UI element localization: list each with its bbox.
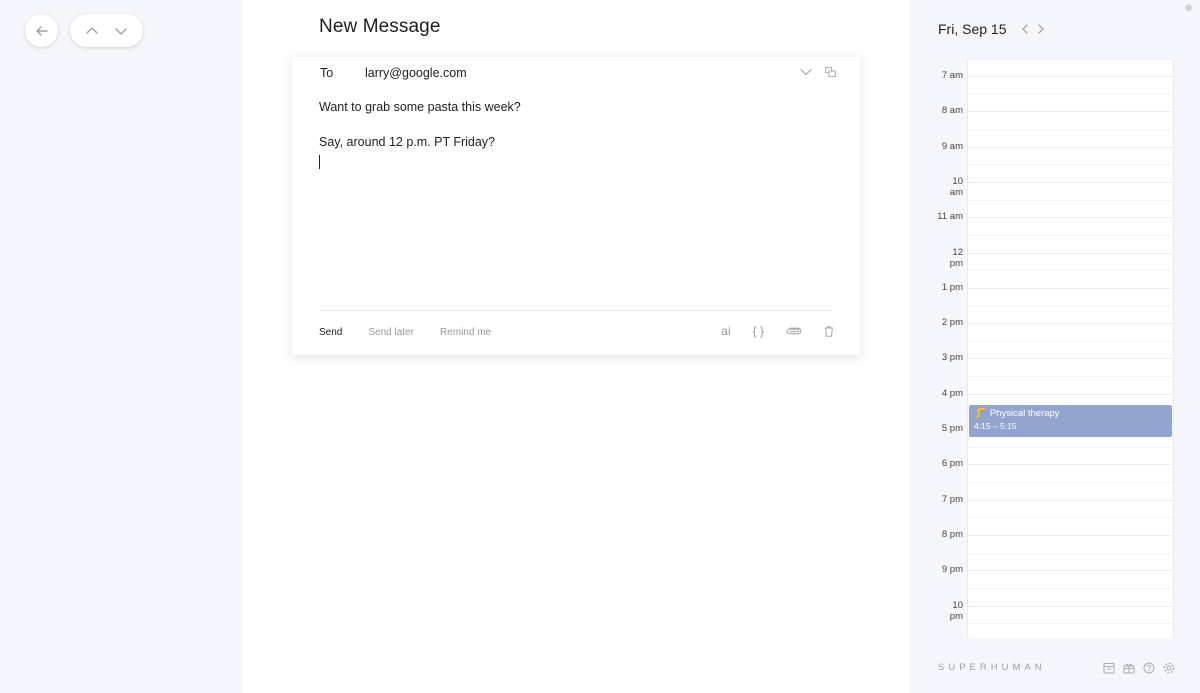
calendar-event[interactable]: 🦵 Physical therapy 4:15 – 5:15 xyxy=(969,405,1172,437)
half-hour-line xyxy=(968,446,1173,448)
calendar-date: Fri, Sep 15 xyxy=(938,21,1007,37)
snippets-button[interactable]: { } xyxy=(753,323,764,339)
hour-label: 4 pm xyxy=(941,387,963,399)
hour-label: 10 pm xyxy=(949,599,963,622)
expand-window-icon[interactable] xyxy=(824,65,836,79)
scrollbar[interactable] xyxy=(1185,4,1192,11)
hour-line xyxy=(968,146,1173,148)
hour-line xyxy=(968,181,1173,183)
hour-label: 12 pm xyxy=(949,246,963,269)
half-hour-line xyxy=(968,234,1173,236)
half-hour-line xyxy=(968,164,1173,166)
hour-line xyxy=(968,499,1173,501)
half-hour-line xyxy=(968,517,1173,519)
leg-icon: 🦵 xyxy=(974,408,986,419)
text-cursor xyxy=(319,155,320,169)
chevron-right-icon[interactable] xyxy=(1036,22,1046,36)
calendar-nav xyxy=(1020,22,1046,36)
subject-field[interactable]: Want to grab some pasta this week? xyxy=(319,100,521,114)
compose-tools: ai { } xyxy=(721,323,834,339)
remind-me-button[interactable]: Remind me xyxy=(440,327,491,338)
hour-label: 5 pm xyxy=(941,423,963,434)
half-hour-line xyxy=(968,93,1173,95)
hour-line xyxy=(968,287,1173,289)
to-field[interactable]: larry@google.com xyxy=(365,66,467,80)
recipient-options xyxy=(800,65,836,79)
calendar-grid[interactable] xyxy=(967,58,1174,638)
half-hour-line xyxy=(968,340,1173,342)
compose-card: To larry@google.com Want to grab some pa… xyxy=(292,57,860,355)
half-hour-line xyxy=(968,481,1173,483)
divider xyxy=(319,310,833,311)
event-title: Physical therapy xyxy=(989,408,1060,419)
hour-label: 7 pm xyxy=(941,493,963,505)
hour-line xyxy=(968,76,1173,77)
hour-label: 2 pm xyxy=(941,317,963,329)
message-body[interactable]: Say, around 12 p.m. PT Friday? xyxy=(319,135,495,149)
send-later-button[interactable]: Send later xyxy=(368,327,414,338)
hour-label: 10 am xyxy=(949,175,963,198)
hour-label: 8 am xyxy=(941,105,963,117)
hour-line xyxy=(968,358,1173,360)
trash-icon[interactable] xyxy=(824,323,834,339)
attachment-icon[interactable] xyxy=(786,323,802,339)
hour-line xyxy=(968,217,1173,219)
hour-line xyxy=(968,111,1173,113)
half-hour-line xyxy=(968,376,1173,378)
chevron-down-icon[interactable] xyxy=(110,20,132,42)
hour-label: 9 am xyxy=(941,140,963,152)
footer-icons xyxy=(1103,662,1175,674)
hour-line xyxy=(968,464,1173,466)
half-hour-line xyxy=(968,305,1173,307)
ai-button[interactable]: ai xyxy=(721,323,730,339)
half-hour-line xyxy=(968,623,1173,625)
half-hour-line xyxy=(968,552,1173,554)
hour-label: 8 pm xyxy=(941,528,963,540)
hour-line xyxy=(968,252,1173,254)
hour-line xyxy=(968,323,1173,325)
brand-logo: SUPERHUMAN xyxy=(938,662,1046,673)
calendar-icon[interactable] xyxy=(1103,662,1115,674)
chevron-up-icon[interactable] xyxy=(81,20,103,42)
chevron-down-icon[interactable] xyxy=(800,65,812,79)
gift-icon[interactable] xyxy=(1123,662,1135,674)
hour-label: 7 am xyxy=(941,70,963,81)
prev-next-nav xyxy=(70,14,143,47)
hour-label: 11 am xyxy=(937,211,963,223)
hour-label: 3 pm xyxy=(941,352,963,364)
send-button[interactable]: Send xyxy=(319,327,342,338)
hour-line xyxy=(968,393,1173,395)
hour-line xyxy=(968,570,1173,572)
hour-label: 1 pm xyxy=(941,281,963,293)
hour-label: 6 pm xyxy=(941,458,963,470)
compose-title: New Message xyxy=(319,16,441,37)
chevron-left-icon[interactable] xyxy=(1020,22,1030,36)
event-title-row: 🦵 Physical therapy xyxy=(974,408,1167,419)
half-hour-line xyxy=(968,128,1173,130)
arrow-left-icon xyxy=(31,20,53,42)
half-hour-line xyxy=(968,199,1173,201)
help-icon[interactable] xyxy=(1143,662,1155,674)
event-time: 4:15 – 5:15 xyxy=(974,421,1017,431)
to-label: To xyxy=(320,66,334,80)
half-hour-line xyxy=(968,587,1173,589)
compose-actions: Send Send later Remind me xyxy=(319,327,491,338)
hour-line xyxy=(968,605,1173,607)
half-hour-line xyxy=(968,270,1173,272)
back-button[interactable] xyxy=(25,14,58,47)
hour-line xyxy=(968,534,1173,536)
half-hour-line xyxy=(968,58,1173,60)
compose-panel: New Message To larry@google.com Want to … xyxy=(242,0,910,693)
hour-label: 9 pm xyxy=(941,564,963,576)
settings-icon[interactable] xyxy=(1163,662,1175,674)
